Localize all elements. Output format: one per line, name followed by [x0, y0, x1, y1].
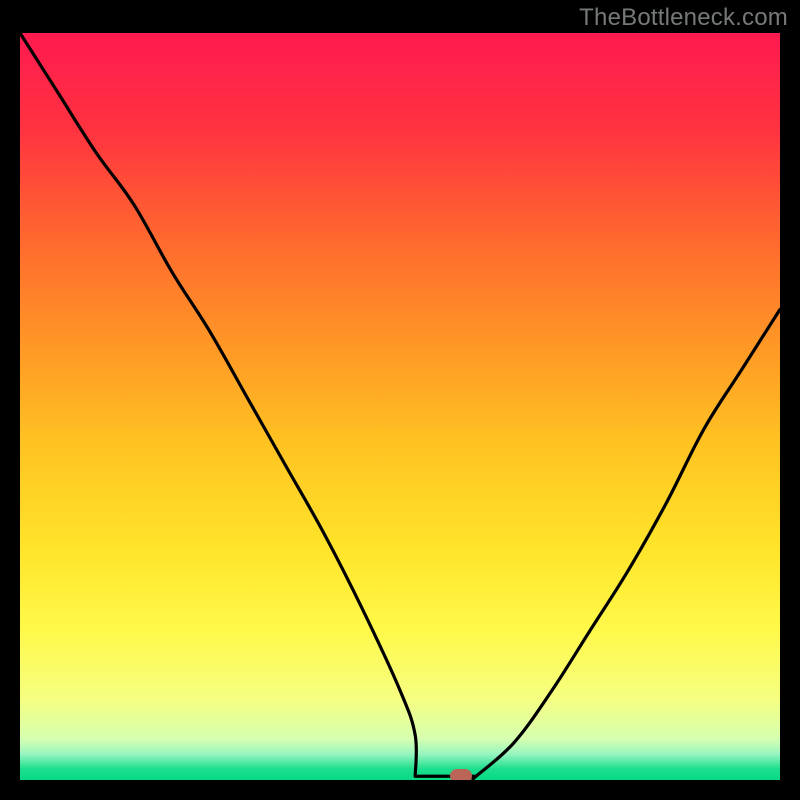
attribution-text: TheBottleneck.com: [579, 4, 788, 32]
chart-frame: TheBottleneck.com: [0, 0, 800, 800]
optimal-point-marker: [450, 769, 472, 780]
plot-area: [20, 33, 780, 780]
bottleneck-curve: [20, 33, 780, 780]
